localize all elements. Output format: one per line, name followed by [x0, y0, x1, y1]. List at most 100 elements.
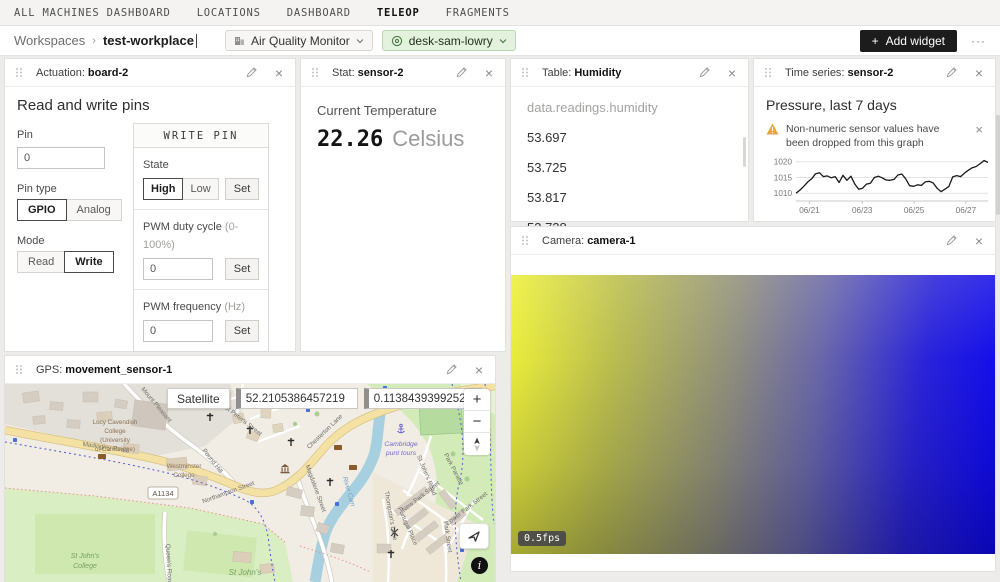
edit-widget-button[interactable] — [245, 66, 258, 79]
add-widget-button[interactable]: + Add widget — [860, 30, 957, 52]
pin-type-gpio-button[interactable]: GPIO — [17, 199, 67, 221]
widget-title: Time series:sensor-2 — [785, 67, 893, 79]
chart-title: Pressure, last 7 days — [766, 97, 983, 113]
gps-widget: GPS:movement_sensor-1 × — [4, 355, 496, 582]
table-row: 53.697 — [527, 130, 732, 145]
svg-text:1020: 1020 — [774, 158, 793, 167]
close-widget-button[interactable]: × — [485, 66, 493, 80]
location-picker-label: Air Quality Monitor — [251, 34, 350, 48]
pin-type-analog-button[interactable]: Analog — [66, 199, 122, 221]
map-label: punt tours — [385, 450, 417, 457]
zoom-out-button[interactable]: − — [464, 411, 490, 433]
drag-handle-icon[interactable] — [521, 235, 529, 246]
svg-text:06/21: 06/21 — [799, 206, 820, 215]
drag-handle-icon[interactable] — [311, 67, 319, 78]
compass-needle-icon — [472, 437, 482, 452]
drag-handle-icon[interactable] — [15, 364, 23, 375]
nav-dashboard[interactable]: DASHBOARD — [287, 7, 351, 19]
latitude-input[interactable] — [236, 388, 358, 409]
widget-header: Actuation:board-2 × — [5, 59, 295, 87]
machine-picker-label: desk-sam-lowry — [409, 34, 493, 48]
pin-type-segmented: GPIO Analog — [17, 199, 129, 221]
machine-icon — [391, 35, 403, 47]
actuation-heading: Read and write pins — [17, 97, 150, 114]
nav-locations[interactable]: LOCATIONS — [197, 7, 261, 19]
map-label: Cambridge — [384, 441, 417, 448]
svg-text:06/25: 06/25 — [904, 206, 925, 215]
edit-widget-button[interactable] — [445, 363, 458, 376]
map-label: College — [73, 563, 97, 570]
fps-badge: 0.5fps — [518, 531, 566, 546]
svg-text:06/27: 06/27 — [956, 206, 977, 215]
close-widget-button[interactable]: × — [975, 234, 983, 248]
warning-icon — [766, 123, 779, 135]
stat-value: 22.26 — [317, 127, 383, 152]
widget-title: Camera:camera-1 — [542, 235, 636, 247]
nav-all-machines-dashboard[interactable]: ALL MACHINES DASHBOARD — [14, 7, 171, 19]
table-row: 53.817 — [527, 190, 732, 205]
state-low-button[interactable]: Low — [182, 178, 218, 200]
pressure-chart: 10101015102006/2106/2306/2506/27 — [766, 152, 991, 218]
zoom-in-button[interactable]: + — [464, 389, 490, 411]
pin-label: Pin — [17, 129, 33, 141]
close-widget-button[interactable]: × — [975, 66, 983, 80]
table-widget: Table:Humidity × data.readings.humidity … — [510, 58, 749, 222]
page-scrollbar[interactable] — [996, 115, 1000, 215]
widget-title: GPS:movement_sensor-1 — [36, 364, 172, 376]
chevron-down-icon — [499, 38, 507, 44]
edit-widget-button[interactable] — [698, 66, 711, 79]
table-scrollbar[interactable] — [743, 137, 746, 167]
edit-widget-button[interactable] — [455, 66, 468, 79]
drag-handle-icon[interactable] — [15, 67, 23, 78]
map-label: College — [104, 428, 126, 435]
pwm-duty-input[interactable] — [143, 258, 213, 280]
table-column-header: data.readings.humidity — [527, 100, 732, 115]
compass-button[interactable] — [464, 433, 490, 455]
geolocate-button[interactable] — [459, 523, 489, 549]
pin-input[interactable] — [17, 147, 105, 169]
map-label: Lucy Cavendish — [93, 419, 138, 426]
close-widget-button[interactable]: × — [728, 66, 736, 80]
table-row: 53.725 — [527, 160, 732, 175]
satellite-toggle-button[interactable]: Satellite — [167, 388, 230, 409]
close-widget-button[interactable]: × — [475, 363, 483, 377]
overflow-menu-button[interactable]: ··· — [971, 34, 986, 48]
nav-fragments[interactable]: FRAGMENTS — [446, 7, 510, 19]
drag-handle-icon[interactable] — [764, 67, 772, 78]
mode-write-button[interactable]: Write — [64, 251, 113, 273]
nav-teleop[interactable]: TELEOP — [377, 7, 420, 19]
map-label: St John's — [229, 568, 262, 577]
state-high-button[interactable]: High — [143, 178, 183, 200]
close-widget-button[interactable]: × — [275, 66, 283, 80]
machine-picker[interactable]: desk-sam-lowry — [382, 30, 516, 51]
top-nav: ALL MACHINES DASHBOARD LOCATIONS DASHBOA… — [0, 0, 1000, 26]
workspace-toolbar: Workspaces › test-workplace Air Quality … — [0, 26, 1000, 56]
state-label: State — [143, 159, 169, 171]
stat-widget: Stat:sensor-2 × Current Temperature 22.2… — [300, 58, 506, 352]
write-pin-panel: WRITE PIN State High Low Set PWM duty cy… — [133, 123, 269, 352]
map-zoom-controls: + − — [464, 389, 490, 455]
dismiss-warning-button[interactable]: × — [975, 122, 983, 150]
warning-text: Non-numeric sensor values have been drop… — [786, 122, 954, 150]
drag-handle-icon[interactable] — [521, 67, 529, 78]
write-pin-header: WRITE PIN — [134, 124, 268, 148]
set-pwm-frequency-button[interactable]: Set — [225, 320, 259, 342]
set-pwm-duty-button[interactable]: Set — [225, 258, 259, 280]
stat-unit: Celsius — [392, 126, 464, 152]
breadcrumb-separator: › — [92, 35, 96, 47]
location-picker[interactable]: Air Quality Monitor — [225, 30, 373, 51]
set-state-button[interactable]: Set — [225, 178, 259, 200]
breadcrumb-workspaces[interactable]: Workspaces — [14, 33, 85, 48]
pwm-frequency-input[interactable] — [143, 320, 213, 342]
map-attribution-button[interactable]: i — [471, 557, 488, 574]
map-canvas[interactable]: A1134 — [5, 384, 495, 582]
plus-icon: + — [872, 34, 879, 48]
workspace-name-field[interactable]: test-workplace — [103, 33, 194, 48]
map-label: College — [173, 472, 195, 479]
edit-widget-button[interactable] — [945, 234, 958, 247]
edit-widget-button[interactable] — [945, 66, 958, 79]
mode-read-button[interactable]: Read — [17, 251, 65, 273]
widget-title: Actuation:board-2 — [36, 67, 128, 79]
chevron-down-icon — [356, 38, 364, 44]
map-label: St John's — [71, 553, 100, 560]
